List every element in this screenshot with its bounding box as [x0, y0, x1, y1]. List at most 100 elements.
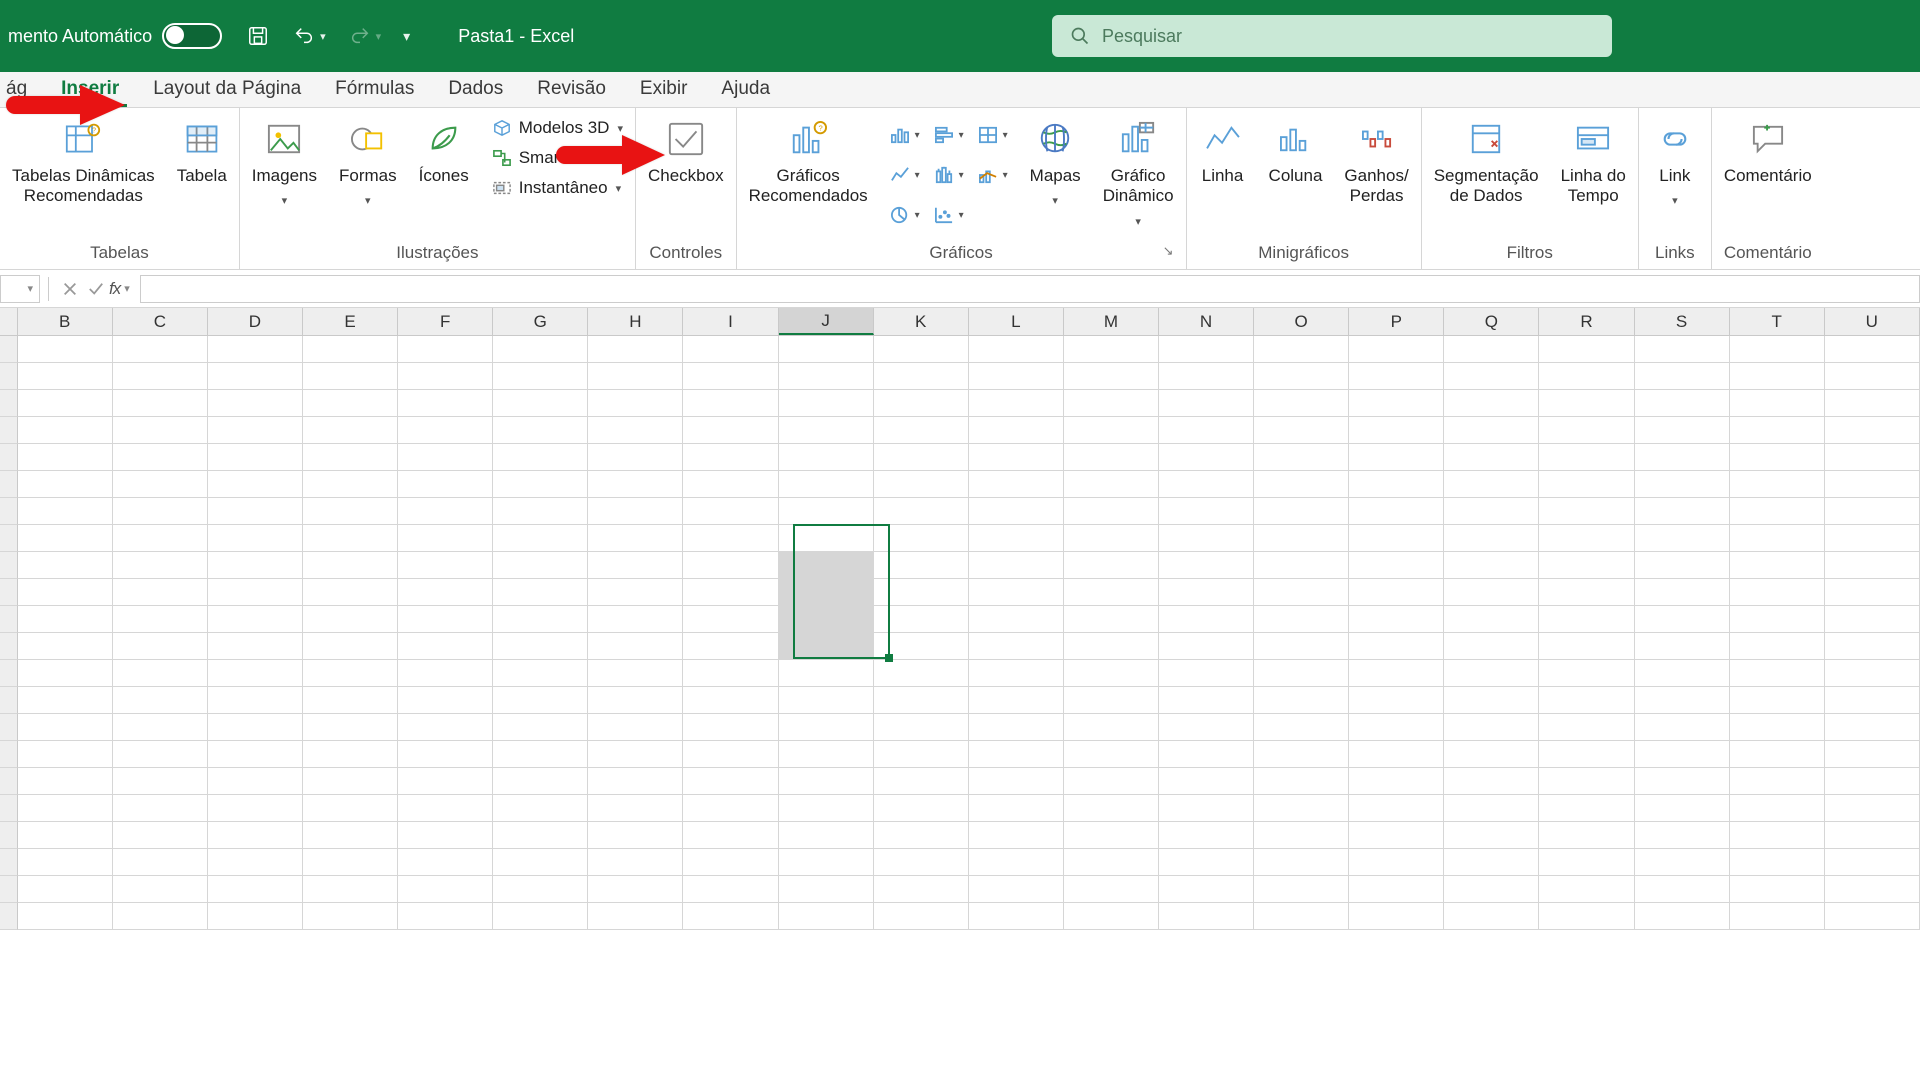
- cell[interactable]: [1254, 768, 1349, 795]
- cell[interactable]: [588, 390, 683, 417]
- cell[interactable]: [588, 903, 683, 930]
- cell[interactable]: [588, 795, 683, 822]
- column-header[interactable]: F: [398, 308, 493, 335]
- cell[interactable]: [683, 795, 778, 822]
- cell[interactable]: [1444, 903, 1539, 930]
- cell[interactable]: [1159, 741, 1254, 768]
- cell[interactable]: [1730, 849, 1825, 876]
- cell[interactable]: [969, 417, 1064, 444]
- cell[interactable]: [1159, 903, 1254, 930]
- cell[interactable]: [208, 417, 303, 444]
- cell[interactable]: [1539, 417, 1634, 444]
- cell[interactable]: [303, 876, 398, 903]
- cell[interactable]: [1064, 633, 1159, 660]
- cell[interactable]: [874, 498, 969, 525]
- cell[interactable]: [1635, 714, 1730, 741]
- cell[interactable]: [1730, 822, 1825, 849]
- cell[interactable]: [779, 741, 874, 768]
- cell[interactable]: [1064, 579, 1159, 606]
- cell[interactable]: [1444, 660, 1539, 687]
- cell[interactable]: [1444, 444, 1539, 471]
- row-header[interactable]: [0, 363, 18, 390]
- cell[interactable]: [1349, 876, 1444, 903]
- cell[interactable]: [398, 363, 493, 390]
- cell[interactable]: [874, 714, 969, 741]
- cell[interactable]: [303, 903, 398, 930]
- cell[interactable]: [18, 876, 113, 903]
- cell[interactable]: [588, 552, 683, 579]
- cell[interactable]: [303, 687, 398, 714]
- cell[interactable]: [493, 444, 588, 471]
- cell[interactable]: [779, 498, 874, 525]
- cell[interactable]: [1349, 903, 1444, 930]
- cell[interactable]: [398, 822, 493, 849]
- cell[interactable]: [588, 525, 683, 552]
- cell[interactable]: [398, 876, 493, 903]
- cell[interactable]: [1349, 552, 1444, 579]
- cell[interactable]: [493, 876, 588, 903]
- cell[interactable]: [969, 768, 1064, 795]
- cell[interactable]: [1635, 876, 1730, 903]
- cell[interactable]: [969, 741, 1064, 768]
- cell[interactable]: [1730, 444, 1825, 471]
- cell[interactable]: [1064, 471, 1159, 498]
- cell[interactable]: [1539, 795, 1634, 822]
- cell[interactable]: [303, 417, 398, 444]
- cell[interactable]: [208, 336, 303, 363]
- cell[interactable]: [1064, 741, 1159, 768]
- cell[interactable]: [1349, 498, 1444, 525]
- cell[interactable]: [969, 444, 1064, 471]
- cell[interactable]: [1254, 606, 1349, 633]
- column-header[interactable]: G: [493, 308, 588, 335]
- cell[interactable]: [113, 444, 208, 471]
- column-header[interactable]: P: [1349, 308, 1444, 335]
- cell[interactable]: [1444, 714, 1539, 741]
- column-chart-button[interactable]: ▾: [886, 116, 924, 154]
- cell[interactable]: [18, 660, 113, 687]
- cell[interactable]: [683, 471, 778, 498]
- cell[interactable]: [1159, 552, 1254, 579]
- cell[interactable]: [779, 390, 874, 417]
- stat-chart-button[interactable]: ▾: [930, 156, 968, 194]
- cell[interactable]: [1825, 768, 1920, 795]
- cell[interactable]: [1159, 417, 1254, 444]
- cell[interactable]: [683, 660, 778, 687]
- cell[interactable]: [113, 390, 208, 417]
- sparkline-line-button[interactable]: Linha: [1195, 114, 1251, 186]
- cell[interactable]: [303, 633, 398, 660]
- cell[interactable]: [1349, 768, 1444, 795]
- cell[interactable]: [779, 849, 874, 876]
- cell[interactable]: [969, 390, 1064, 417]
- cell[interactable]: [1539, 741, 1634, 768]
- cell[interactable]: [588, 768, 683, 795]
- cell[interactable]: [1444, 579, 1539, 606]
- cell[interactable]: [1159, 525, 1254, 552]
- cell[interactable]: [398, 498, 493, 525]
- cell[interactable]: [1159, 660, 1254, 687]
- scatter-chart-button[interactable]: ▾: [930, 196, 968, 234]
- cell[interactable]: [18, 606, 113, 633]
- cell[interactable]: [874, 525, 969, 552]
- cell[interactable]: [1349, 417, 1444, 444]
- cell[interactable]: [1730, 795, 1825, 822]
- cell[interactable]: [1349, 687, 1444, 714]
- cell[interactable]: [1444, 849, 1539, 876]
- cell[interactable]: [493, 336, 588, 363]
- cell[interactable]: [398, 336, 493, 363]
- cell[interactable]: [1064, 525, 1159, 552]
- column-header[interactable]: R: [1539, 308, 1634, 335]
- cell[interactable]: [1730, 714, 1825, 741]
- tab-layout[interactable]: Layout da Página: [145, 72, 309, 107]
- cell[interactable]: [1730, 579, 1825, 606]
- cell[interactable]: [113, 552, 208, 579]
- cell[interactable]: [398, 633, 493, 660]
- cell[interactable]: [1254, 552, 1349, 579]
- cell[interactable]: [1254, 849, 1349, 876]
- cell[interactable]: [588, 741, 683, 768]
- cell[interactable]: [1349, 579, 1444, 606]
- cell[interactable]: [1444, 525, 1539, 552]
- cell[interactable]: [1825, 471, 1920, 498]
- column-header[interactable]: M: [1064, 308, 1159, 335]
- combo-chart-button[interactable]: ▾: [974, 156, 1012, 194]
- cell[interactable]: [113, 768, 208, 795]
